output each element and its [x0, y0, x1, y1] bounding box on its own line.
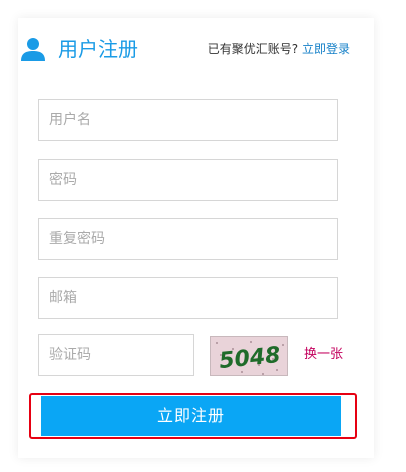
login-hint: 已有聚优汇账号? 立即登录	[208, 40, 350, 58]
repeat-password-input[interactable]	[38, 218, 338, 260]
captcha-image[interactable]: 5048	[210, 336, 288, 376]
captcha-input[interactable]	[38, 334, 194, 376]
refresh-captcha-link[interactable]: 换一张	[304, 346, 343, 364]
register-header: 用户注册 已有聚优汇账号? 立即登录	[20, 34, 350, 64]
user-icon	[21, 38, 45, 61]
page-title: 用户注册	[58, 37, 138, 61]
login-prompt-text: 已有聚优汇账号?	[207, 42, 299, 56]
email-input[interactable]	[38, 277, 338, 319]
captcha-graphic: 5048	[216, 341, 284, 375]
captcha-text: 5048	[218, 343, 282, 374]
password-input[interactable]	[38, 159, 338, 201]
username-input[interactable]	[38, 99, 338, 141]
login-link[interactable]: 立即登录	[302, 42, 350, 56]
register-button[interactable]: 立即注册	[41, 396, 341, 436]
